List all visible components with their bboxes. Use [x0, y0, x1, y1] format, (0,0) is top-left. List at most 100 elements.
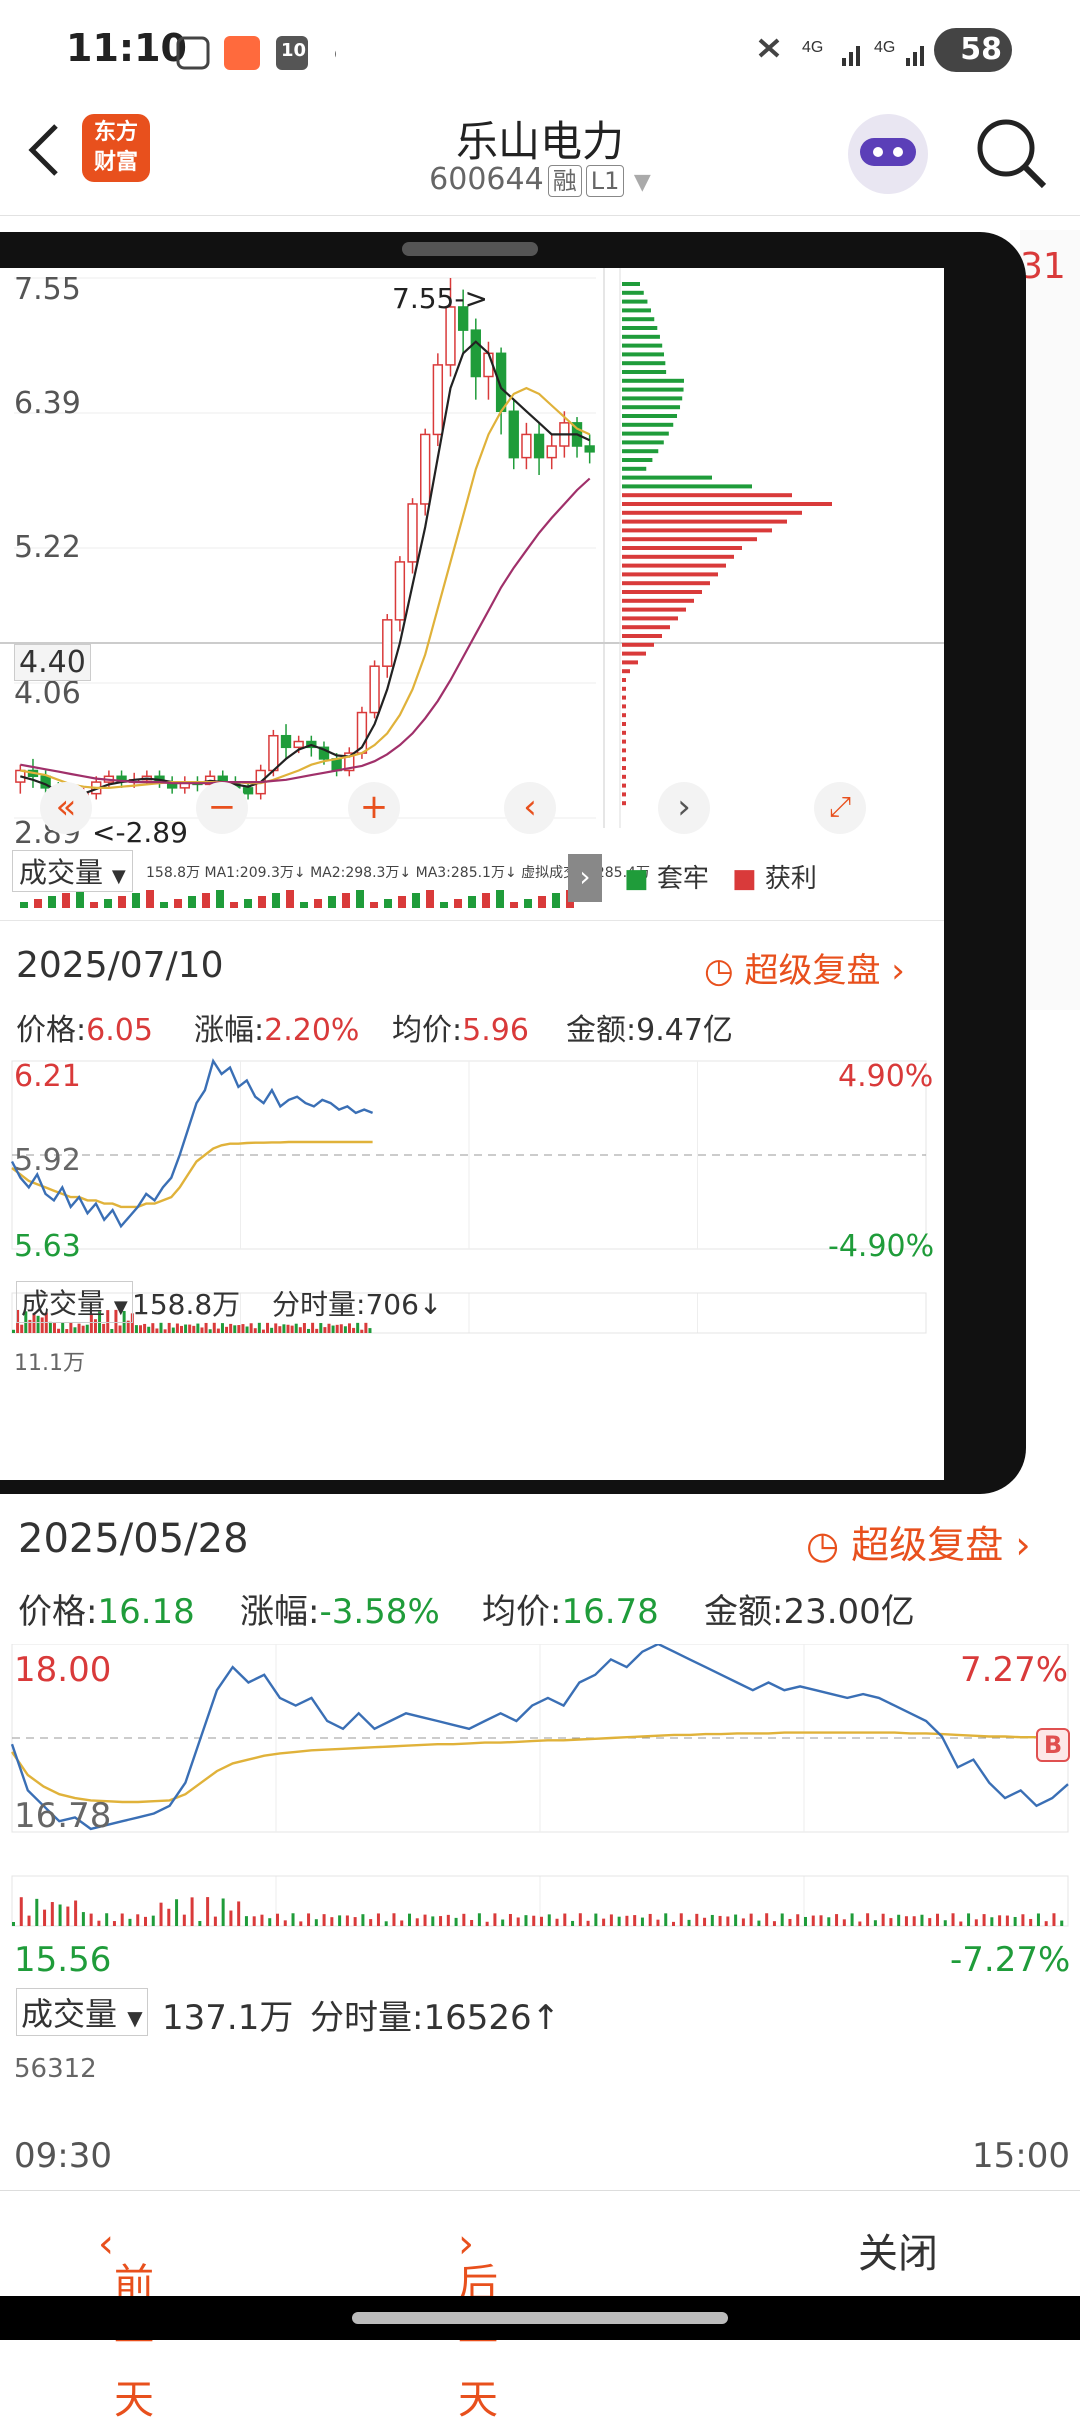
label: 分时量: — [310, 1998, 424, 2038]
home-indicator[interactable] — [352, 2312, 728, 2324]
dropdown-icon[interactable]: ▼ — [634, 170, 651, 195]
volume-bar — [319, 1323, 323, 1333]
kline-volume-bar — [244, 899, 252, 908]
intraday2-volume-select[interactable]: 成交量 ▼ — [16, 1988, 148, 2036]
expand-icon[interactable]: ⤢ — [814, 782, 866, 834]
volume-bar — [198, 1920, 202, 1926]
label: 成交量 — [21, 1287, 106, 1320]
drag-handle[interactable] — [402, 242, 538, 256]
volume-bar — [656, 1919, 660, 1926]
fast-back-button[interactable]: « — [40, 782, 92, 834]
chip-bar — [622, 774, 626, 779]
candle-body — [546, 445, 557, 459]
zoom-in-button[interactable]: + — [348, 782, 400, 834]
volume-bar — [58, 1904, 62, 1926]
volume-bar — [286, 1324, 290, 1333]
zoom-out-button[interactable]: − — [196, 782, 248, 834]
chip-bar — [622, 590, 702, 594]
footer-bar: ‹ 前一天 后一天 › 关闭 — [0, 2190, 1080, 2423]
volume-bar — [524, 1915, 528, 1926]
search-icon[interactable] — [972, 114, 1052, 194]
robot-assistant-icon[interactable] — [842, 108, 934, 200]
chip-bar — [622, 634, 662, 638]
kline-volume-label: 成交量 — [19, 856, 104, 889]
intraday1-amount: 金额:9.47亿 — [566, 1005, 733, 1049]
volume-bar — [298, 1327, 302, 1333]
volume-bar — [423, 1914, 427, 1926]
kline-volume-bar — [454, 899, 462, 908]
intraday1-tick: 分时量:706↓ — [272, 1283, 442, 1323]
volume-bar — [493, 1913, 497, 1926]
chip-bar — [622, 748, 626, 753]
intraday1-replay-label: 超级复盘 — [744, 951, 881, 991]
volume-bar — [216, 1328, 220, 1333]
buy-marker[interactable]: B — [1036, 1728, 1070, 1762]
expand-indicators-button[interactable]: › — [568, 854, 602, 902]
volume-bar — [19, 1897, 23, 1926]
kline-volume-select[interactable]: 成交量 ▼ — [12, 850, 133, 892]
volume-bar — [139, 1325, 143, 1333]
volume-bar — [244, 1916, 248, 1926]
kline-volume-bar — [426, 890, 434, 908]
label: 分时量: — [272, 1288, 366, 1321]
label: 金额: — [704, 1592, 784, 1632]
label: 均价: — [482, 1592, 562, 1632]
chip-bar — [622, 616, 678, 621]
chip-bar — [622, 678, 626, 682]
volume-bar — [726, 1916, 730, 1926]
chip-bar — [622, 290, 644, 295]
legend-trapped-label: 套牢 — [656, 864, 709, 894]
volume-bar — [167, 1322, 171, 1333]
intraday2-chart[interactable] — [8, 1644, 1072, 2134]
volume-bar — [1029, 1918, 1033, 1926]
close-button[interactable]: 关闭 — [858, 2221, 938, 2279]
next-button[interactable]: › — [658, 782, 710, 834]
kline-volume-bar — [230, 902, 238, 908]
volume-bar — [772, 1921, 776, 1926]
intraday1-volume-select[interactable]: 成交量 ▼ — [16, 1281, 133, 1323]
volume-bar — [213, 1916, 217, 1926]
volume-bar — [151, 1915, 155, 1926]
volume-bar — [835, 1914, 839, 1926]
prev-day-button[interactable]: ‹ 前一天 — [98, 2221, 154, 2423]
intraday1-chart[interactable] — [8, 1053, 930, 1473]
volume-bar — [27, 1915, 31, 1926]
intraday1-y-bottom: 5.63 — [14, 1229, 81, 1264]
next-day-button[interactable]: 后一天 › — [458, 2221, 498, 2423]
volume-bar — [364, 1322, 368, 1333]
intraday2-replay-link[interactable]: ◷ 超级复盘 › — [806, 1514, 1031, 1569]
volume-bar — [804, 1916, 807, 1926]
volume-bar — [252, 1916, 256, 1926]
volume-bar — [990, 1917, 994, 1926]
volume-bar — [212, 1322, 216, 1333]
volume-bar — [81, 1912, 85, 1926]
kline-volume-bar — [482, 893, 490, 908]
intraday1-pct-bottom: -4.90% — [828, 1229, 935, 1264]
kline-volume-bar — [62, 893, 70, 908]
status-app-icons — [176, 36, 336, 70]
volume-bar — [136, 1914, 140, 1926]
volume-bar — [431, 1916, 435, 1926]
chip-bar — [622, 378, 684, 383]
volume-bar — [48, 1321, 52, 1333]
volume-bar — [12, 1329, 15, 1333]
status-signal-icons: 4G 4G — [758, 38, 924, 66]
volume-bar — [827, 1917, 831, 1926]
chip-bar — [622, 422, 674, 427]
prev-button[interactable]: ‹ — [504, 782, 556, 834]
volume-bar — [339, 1324, 343, 1333]
volume-bar — [796, 1914, 800, 1926]
volume-bar — [20, 1324, 24, 1333]
value: 6.05 — [86, 1013, 153, 1048]
popup-content: 7.55 6.39 5.22 4.06 2.89 4.40 7.55-> <-2… — [0, 268, 944, 1480]
candle-body — [407, 503, 418, 563]
volume-bar — [237, 1901, 241, 1926]
volume-bar — [998, 1915, 1002, 1926]
chip-bar — [622, 440, 664, 445]
label: 涨幅: — [240, 1592, 320, 1632]
intraday1-replay-link[interactable]: ◷ 超级复盘 › — [704, 943, 905, 992]
chip-bar — [622, 554, 734, 559]
volume-bar — [679, 1913, 683, 1926]
volume-bar — [765, 1913, 769, 1926]
intraday2-avg: 均价:16.78 — [482, 1584, 659, 1633]
